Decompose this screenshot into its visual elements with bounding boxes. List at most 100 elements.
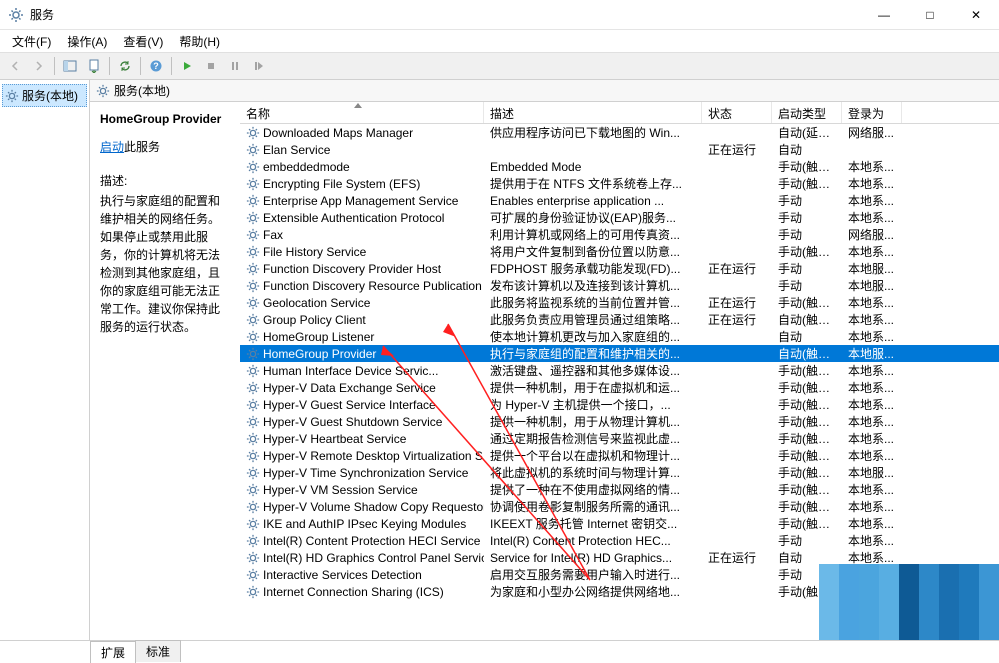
refresh-button[interactable] <box>114 55 136 77</box>
service-description: 利用计算机或网络上的可用传真资... <box>484 226 702 243</box>
service-name: Enterprise App Management Service <box>263 194 458 208</box>
gear-icon <box>246 279 260 293</box>
service-row[interactable]: Function Discovery Resource Publication发… <box>240 277 999 294</box>
service-row[interactable]: Hyper-V Time Synchronization Service将此虚拟… <box>240 464 999 481</box>
titlebar: 服务 — □ ✕ <box>0 0 999 30</box>
nav-back-button[interactable] <box>4 55 26 77</box>
column-header-startup[interactable]: 启动类型 <box>772 102 842 123</box>
start-service-link[interactable]: 启动 <box>100 140 124 154</box>
service-description: 提供一种机制，用于在虚拟机和运... <box>484 379 702 396</box>
service-description: 将此虚拟机的系统时间与物理计算... <box>484 464 702 481</box>
service-row[interactable]: HomeGroup Provider执行与家庭组的配置和维护相关的...自动(触… <box>240 345 999 362</box>
service-name: Intel(R) Content Protection HECI Service <box>263 534 480 548</box>
service-name: Hyper-V Volume Shadow Copy Requestor <box>263 500 484 514</box>
service-row[interactable]: Intel(R) Content Protection HECI Service… <box>240 532 999 549</box>
service-row[interactable]: Hyper-V Remote Desktop Virtualization S.… <box>240 447 999 464</box>
gear-icon <box>246 517 260 531</box>
service-startup: 自动(延迟... <box>772 124 842 141</box>
service-row[interactable]: Encrypting File System (EFS)提供用于在 NTFS 文… <box>240 175 999 192</box>
start-service-line: 启动此服务 <box>100 138 230 156</box>
service-row[interactable]: Fax利用计算机或网络上的可用传真资...手动网络服... <box>240 226 999 243</box>
service-name: Hyper-V Remote Desktop Virtualization S.… <box>263 449 484 463</box>
service-row[interactable]: Enterprise App Management ServiceEnables… <box>240 192 999 209</box>
service-row[interactable]: Hyper-V Data Exchange Service提供一种机制，用于在虚… <box>240 379 999 396</box>
service-description: 可扩展的身份验证协议(EAP)服务... <box>484 209 702 226</box>
tab-extended[interactable]: 扩展 <box>90 641 136 663</box>
gear-icon <box>246 534 260 548</box>
nav-forward-button[interactable] <box>28 55 50 77</box>
menu-file[interactable]: 文件(F) <box>4 31 59 52</box>
menu-view[interactable]: 查看(V) <box>115 31 171 52</box>
tree-node-services-local[interactable]: 服务(本地) <box>2 84 87 107</box>
maximize-button[interactable]: □ <box>907 0 953 30</box>
tree-node-label: 服务(本地) <box>22 87 78 104</box>
column-header-description[interactable]: 描述 <box>484 102 702 123</box>
service-row[interactable]: Hyper-V Volume Shadow Copy Requestor协调使用… <box>240 498 999 515</box>
service-name: Extensible Authentication Protocol <box>263 211 444 225</box>
service-startup: 自动 <box>772 141 842 158</box>
window-title: 服务 <box>30 6 861 23</box>
service-row[interactable]: IKE and AuthIP IPsec Keying Modules IKEEX… <box>240 515 999 532</box>
service-startup: 手动 <box>772 209 842 226</box>
tab-standard[interactable]: 标准 <box>135 640 181 662</box>
menu-help[interactable]: 帮助(H) <box>171 31 228 52</box>
service-startup: 手动 <box>772 277 842 294</box>
service-row[interactable]: Human Interface Device Servic...激活键盘、遥控器… <box>240 362 999 379</box>
show-hide-button[interactable] <box>59 55 81 77</box>
service-row[interactable]: Group Policy Client此服务负责应用管理员通过组策略...正在运… <box>240 311 999 328</box>
service-row[interactable]: File History Service将用户文件复制到备份位置以防意...手动… <box>240 243 999 260</box>
gear-icon <box>246 432 260 446</box>
gear-icon <box>246 330 260 344</box>
help-button[interactable]: ? <box>145 55 167 77</box>
service-logon: 本地服... <box>842 277 902 294</box>
start-service-button[interactable] <box>176 55 198 77</box>
service-startup: 手动(触发... <box>772 498 842 515</box>
gear-icon <box>246 466 260 480</box>
service-startup: 自动(触发... <box>772 311 842 328</box>
gear-icon <box>246 364 260 378</box>
service-row[interactable]: Hyper-V Heartbeat Service通过定期报告检测信号来监视此虚… <box>240 430 999 447</box>
service-name: Hyper-V Guest Service Interface <box>263 398 436 412</box>
service-name: IKE and AuthIP IPsec Keying Modules <box>263 517 466 531</box>
pause-service-button[interactable] <box>224 55 246 77</box>
service-row[interactable]: Hyper-V Guest Shutdown Service提供一种机制，用于从… <box>240 413 999 430</box>
service-row[interactable]: Hyper-V Guest Service Interface 为 Hyper-V… <box>240 396 999 413</box>
service-row[interactable]: Elan Service正在运行自动 <box>240 141 999 158</box>
service-logon: 本地系... <box>842 447 902 464</box>
service-row[interactable]: Downloaded Maps Manager供应用程序访问已下载地图的 Win… <box>240 124 999 141</box>
service-startup: 手动(触发... <box>772 379 842 396</box>
detail-panel: HomeGroup Provider 启动此服务 描述: 执行与家庭组的配置和维… <box>90 102 240 640</box>
column-header-logon[interactable]: 登录为 <box>842 102 902 123</box>
service-startup: 手动(触发... <box>772 464 842 481</box>
restart-service-button[interactable] <box>248 55 270 77</box>
service-name: Hyper-V Guest Shutdown Service <box>263 415 442 429</box>
service-description: 通过定期报告检测信号来监视此虚... <box>484 430 702 447</box>
service-description: 协调使用卷影复制服务所需的通讯... <box>484 498 702 515</box>
service-row[interactable]: Geolocation Service此服务将监视系统的当前位置并管...正在运… <box>240 294 999 311</box>
service-description: IKEEXT 服务托管 Internet 密钥交... <box>484 515 702 532</box>
close-button[interactable]: ✕ <box>953 0 999 30</box>
service-logon: 本地服... <box>842 345 902 362</box>
export-button[interactable] <box>83 55 105 77</box>
stop-service-button[interactable] <box>200 55 222 77</box>
service-row[interactable]: embeddedmodeEmbedded Mode手动(触发...本地系... <box>240 158 999 175</box>
toolbar-separator <box>171 57 172 75</box>
column-header-name[interactable]: 名称 <box>240 102 484 123</box>
service-row[interactable]: Function Discovery Provider HostFDPHOST … <box>240 260 999 277</box>
svg-text:?: ? <box>153 61 159 71</box>
menu-action[interactable]: 操作(A) <box>59 31 115 52</box>
gear-icon <box>246 228 260 242</box>
service-status: 正在运行 <box>702 294 772 311</box>
minimize-button[interactable]: — <box>861 0 907 30</box>
service-row[interactable]: Hyper-V VM Session Service提供了一种在不使用虚拟网络的… <box>240 481 999 498</box>
service-status: 正在运行 <box>702 141 772 158</box>
service-status: 正在运行 <box>702 311 772 328</box>
service-row[interactable]: Extensible Authentication Protocol 可扩展的身份… <box>240 209 999 226</box>
pane-header: 服务(本地) <box>90 80 999 102</box>
service-logon: 本地系... <box>842 328 902 345</box>
column-header-status[interactable]: 状态 <box>702 102 772 123</box>
service-name: Fax <box>263 228 283 242</box>
service-description: 为 Hyper-V 主机提供一个接口，... <box>484 396 702 413</box>
service-row[interactable]: HomeGroup Listener使本地计算机更改与加入家庭组的...自动本地… <box>240 328 999 345</box>
tabs-bottom: 扩展 标准 <box>0 640 999 662</box>
